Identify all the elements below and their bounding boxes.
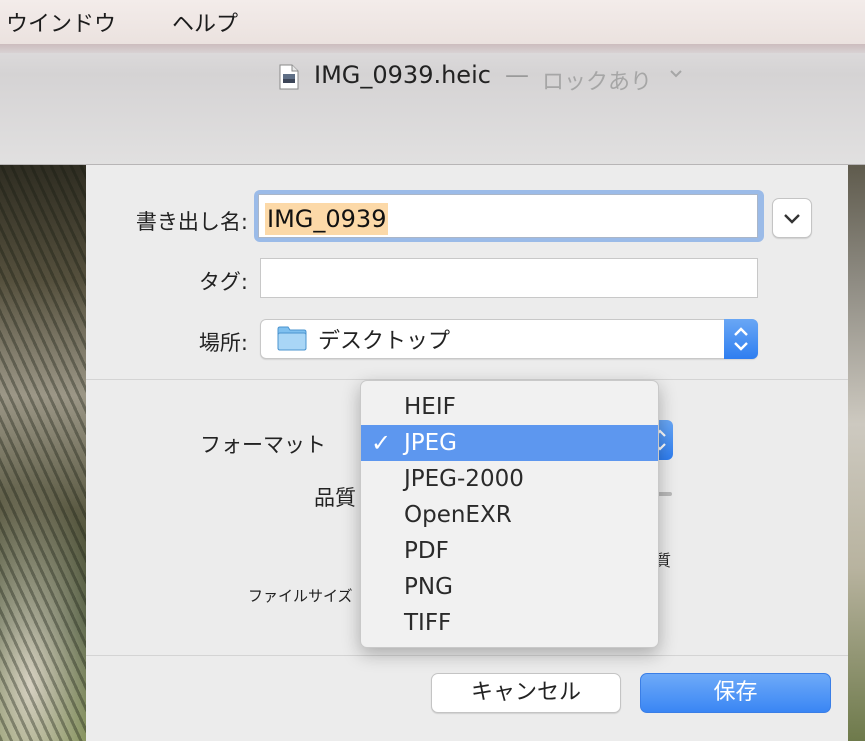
checkmark-icon: ✓ xyxy=(371,429,392,457)
menu-window[interactable]: ウインドウ xyxy=(6,6,116,38)
location-label: 場所: xyxy=(198,331,248,355)
format-option-jpeg[interactable]: ✓ JPEG xyxy=(361,425,658,461)
tag-label: タグ: xyxy=(198,270,248,294)
save-button[interactable]: 保存 xyxy=(640,673,831,713)
quality-label: 品質 xyxy=(314,486,356,510)
filesize-label: ファイルサイズ xyxy=(248,587,353,605)
tag-field[interactable] xyxy=(260,258,758,298)
format-option-jpeg2000[interactable]: JPEG-2000 xyxy=(361,461,658,497)
chevron-down-icon[interactable] xyxy=(669,69,683,79)
chevron-down-icon xyxy=(784,214,800,224)
format-option-heif[interactable]: HEIF xyxy=(361,389,658,425)
location-value[interactable]: デスクトップ xyxy=(318,323,450,355)
lock-status[interactable]: ロックあり xyxy=(542,64,652,96)
format-option-pdf[interactable]: PDF xyxy=(361,533,658,569)
location-stepper[interactable] xyxy=(724,319,758,359)
menu-bar: ウインドウ ヘルプ xyxy=(0,0,865,44)
folder-icon xyxy=(277,326,307,351)
format-menu: HEIF ✓ JPEG JPEG-2000 OpenEXR PDF PNG TIF… xyxy=(360,380,659,648)
document-icon xyxy=(279,64,299,90)
cancel-button[interactable]: キャンセル xyxy=(431,673,621,713)
window-titlebar: IMG_0939.heic — ロックあり xyxy=(0,44,865,165)
format-option-png[interactable]: PNG xyxy=(361,569,658,605)
format-option-openexr[interactable]: OpenEXR xyxy=(361,497,658,533)
format-option-tiff[interactable]: TIFF xyxy=(361,605,658,641)
format-label: フォーマット xyxy=(200,433,326,457)
up-down-chevron-icon xyxy=(734,327,748,351)
name-field-value[interactable]: IMG_0939 xyxy=(265,203,389,235)
section-divider xyxy=(86,655,848,656)
menu-help[interactable]: ヘルプ xyxy=(172,6,238,38)
photo-left xyxy=(0,165,86,741)
photo-right xyxy=(848,165,865,741)
title-separator: — xyxy=(505,61,529,89)
name-label: 書き出し名: xyxy=(135,210,248,234)
expand-button[interactable] xyxy=(772,198,812,238)
window-title[interactable]: IMG_0939.heic xyxy=(314,61,491,89)
